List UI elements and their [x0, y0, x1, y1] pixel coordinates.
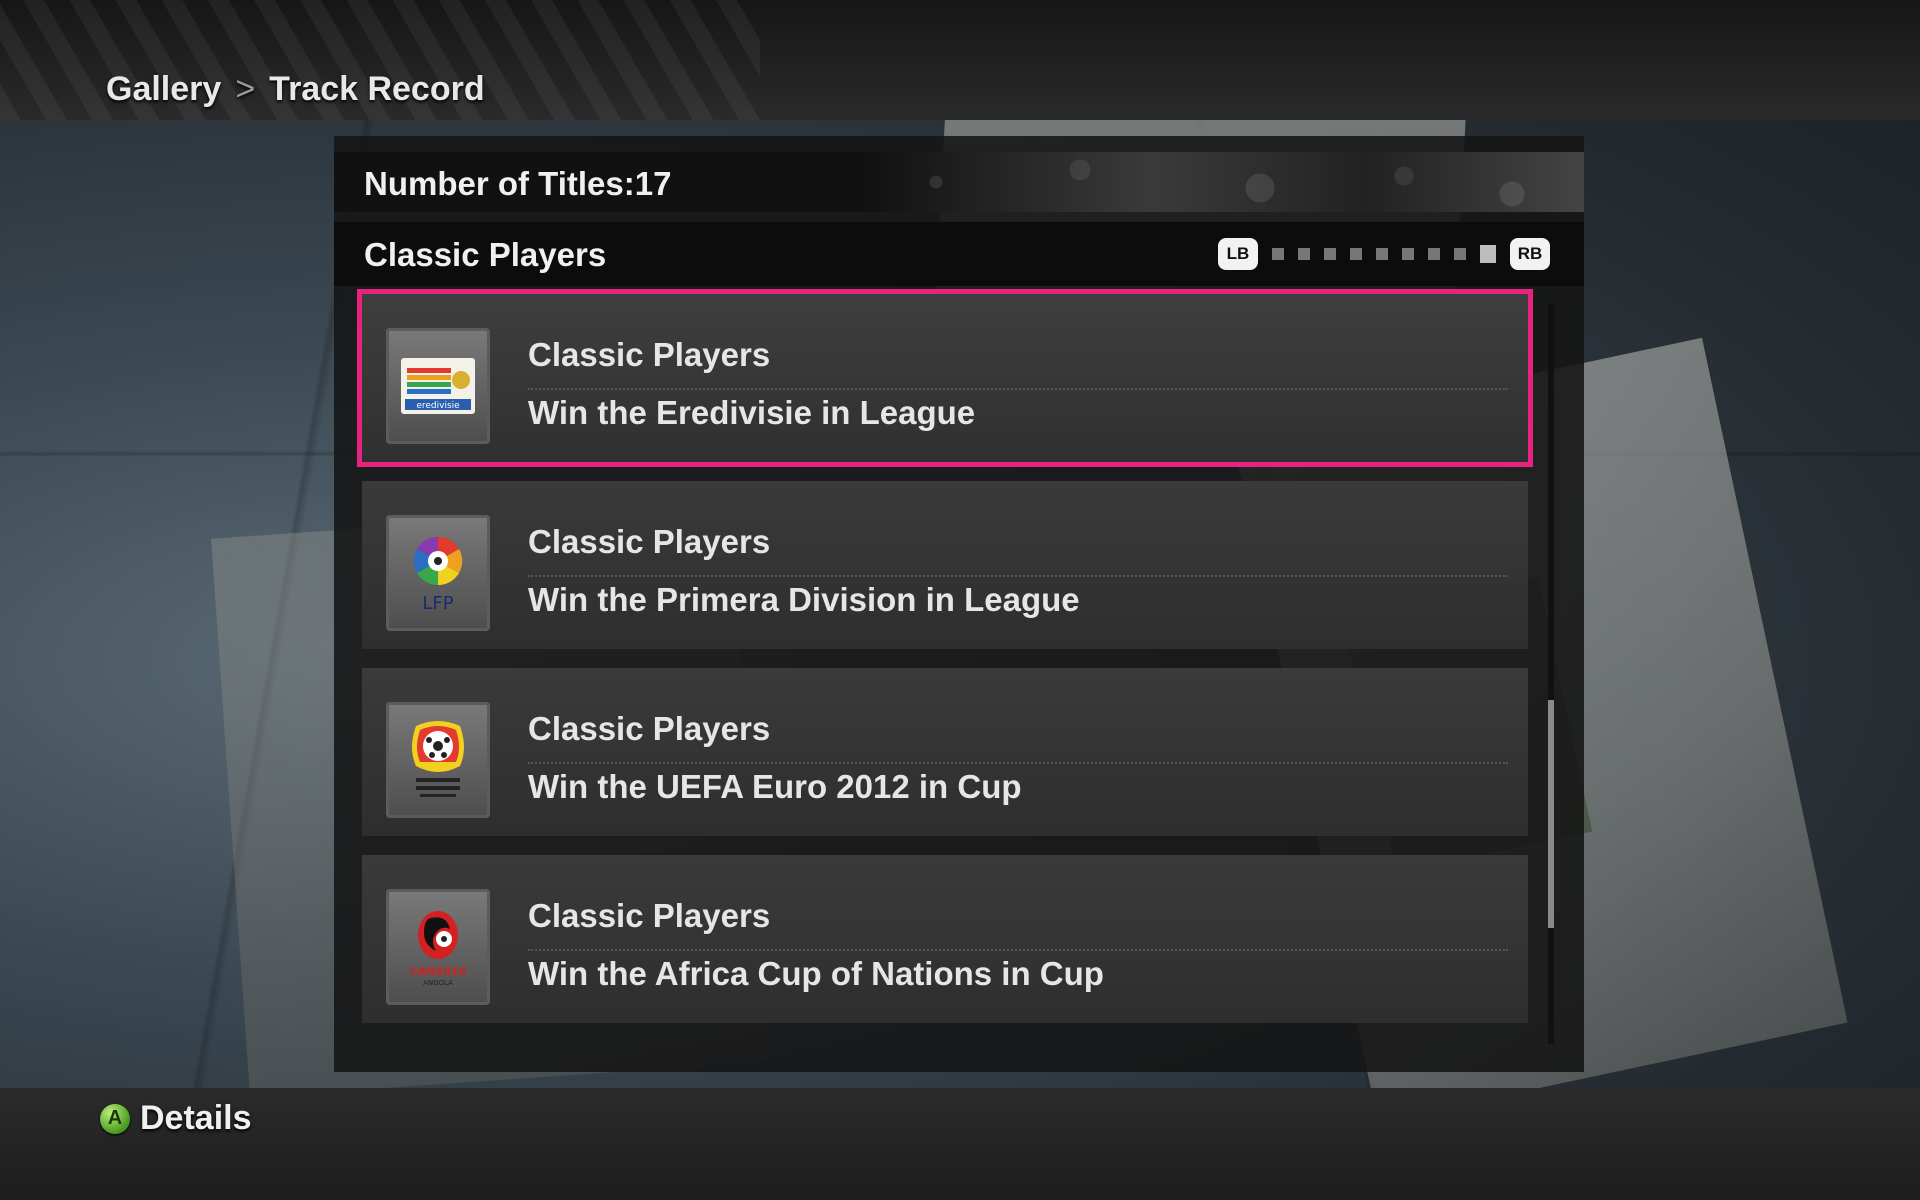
page-dot [1272, 248, 1284, 260]
item-title: Classic Players [528, 336, 771, 373]
item-title: Classic Players [528, 523, 771, 560]
breadcrumb-root[interactable]: Gallery [106, 70, 221, 109]
item-description: Win the Africa Cup of Nations in Cup [528, 955, 1104, 992]
page-dot [1402, 248, 1414, 260]
title-list: eredivisie Classic Players Win the Eredi… [357, 289, 1542, 1042]
category-title: Classic Players [364, 236, 607, 273]
svg-text:ANGOLA: ANGOLA [423, 979, 453, 987]
lfp-logo-icon: LFP [386, 515, 490, 631]
item-description: Win the UEFA Euro 2012 in Cup [528, 768, 1022, 805]
details-label: Details [140, 1099, 252, 1137]
lb-button[interactable]: LB [1218, 238, 1258, 270]
item-description: Win the Primera Division in League [528, 581, 1080, 618]
page-dot [1324, 248, 1336, 260]
footer-bar [0, 1088, 1920, 1200]
paint-splatter-decoration [864, 152, 1584, 212]
item-divider [528, 388, 1508, 390]
page-dot-active [1480, 245, 1496, 263]
category-bar: Classic Players LB RB [334, 222, 1584, 286]
svg-text:eredivisie: eredivisie [416, 401, 460, 411]
breadcrumb-separator: > [235, 70, 256, 108]
track-record-panel: Number of Titles:17 Classic Players LB R… [334, 136, 1584, 1072]
page-dot [1376, 248, 1388, 260]
breadcrumb: Gallery > Track Record [106, 70, 485, 109]
title-list-item[interactable]: LFP Classic Players Win the Primera Divi… [362, 481, 1528, 649]
details-hint[interactable]: A Details [100, 1099, 252, 1138]
item-title: Classic Players [528, 710, 771, 747]
eredivisie-logo-icon: eredivisie [386, 328, 490, 444]
category-pager: LB RB [1218, 238, 1550, 270]
page-dot [1298, 248, 1310, 260]
rb-button[interactable]: RB [1510, 238, 1550, 270]
item-divider [528, 949, 1508, 951]
svg-text:LFP: LFP [422, 593, 453, 614]
title-list-item[interactable]: eredivisie Classic Players Win the Eredi… [357, 289, 1533, 467]
page-dot [1454, 248, 1466, 260]
uefa-euro-2012-logo-icon [386, 702, 490, 818]
page-dot [1350, 248, 1362, 260]
titles-count-label: Number of Titles:17 [364, 165, 672, 202]
page-dot [1428, 248, 1440, 260]
item-divider [528, 575, 1508, 577]
titles-count-bar: Number of Titles:17 [334, 152, 1584, 212]
item-divider [528, 762, 1508, 764]
breadcrumb-current: Track Record [269, 70, 485, 108]
title-list-item[interactable]: Classic Players Win the UEFA Euro 2012 i… [362, 668, 1528, 836]
scrollbar-thumb[interactable] [1548, 700, 1554, 928]
can-2010-logo-icon: CAN2010 ANGOLA [386, 889, 490, 1005]
title-list-item[interactable]: CAN2010 ANGOLA Classic Players Win the A… [362, 855, 1528, 1023]
item-title: Classic Players [528, 897, 771, 934]
svg-text:CAN2010: CAN2010 [410, 965, 467, 978]
list-scrollbar[interactable] [1548, 304, 1554, 1044]
item-description: Win the Eredivisie in League [528, 394, 976, 431]
a-button-icon: A [100, 1103, 130, 1134]
